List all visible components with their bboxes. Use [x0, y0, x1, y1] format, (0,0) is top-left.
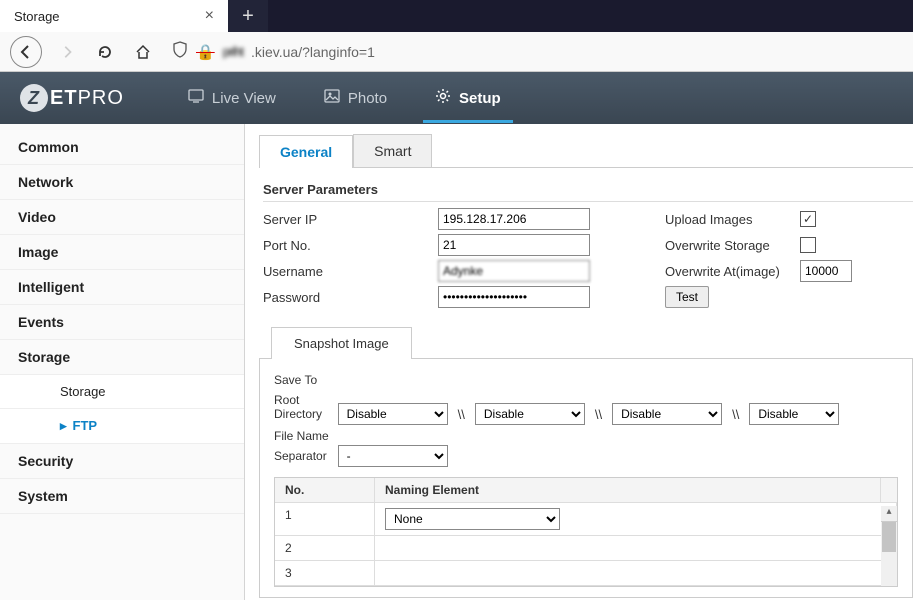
sidebar-item-video[interactable]: Video	[0, 200, 244, 235]
nav-live-view[interactable]: Live View	[184, 74, 280, 122]
naming-select-1[interactable]: None	[385, 508, 560, 530]
back-button[interactable]	[10, 36, 42, 68]
browser-tab[interactable]: Storage ×	[0, 0, 228, 32]
label-overwrite-storage: Overwrite Storage	[665, 238, 800, 253]
logo: ZETPRO	[20, 84, 124, 112]
label-upload-images: Upload Images	[665, 212, 800, 227]
separator-select[interactable]: -	[338, 445, 448, 467]
sidebar-item-image[interactable]: Image	[0, 235, 244, 270]
dir-select-1[interactable]: Disable	[338, 403, 448, 425]
photo-icon	[324, 89, 340, 107]
label-port: Port No.	[263, 238, 438, 253]
upload-images-checkbox[interactable]: ✓	[800, 211, 816, 227]
scroll-thumb[interactable]	[882, 522, 896, 552]
naming-table: No. Naming Element 1 None 2 3	[274, 477, 898, 587]
username-input[interactable]	[438, 260, 590, 282]
label-separator: Separator	[274, 449, 334, 463]
label-root-dir: Root Directory	[274, 393, 334, 421]
shield-icon	[172, 41, 188, 62]
home-button[interactable]	[130, 39, 156, 65]
test-button[interactable]: Test	[665, 286, 709, 308]
sidebar-item-intelligent[interactable]: Intelligent	[0, 270, 244, 305]
label-overwrite-at: Overwrite At(image)	[665, 264, 800, 279]
tab-title: Storage	[14, 9, 201, 24]
tab-smart[interactable]: Smart	[353, 134, 432, 167]
label-password: Password	[263, 290, 438, 305]
overwrite-storage-checkbox[interactable]	[800, 237, 816, 253]
overwrite-at-input[interactable]	[800, 260, 852, 282]
nav-photo[interactable]: Photo	[320, 74, 391, 122]
gear-icon	[435, 88, 451, 108]
dir-select-4[interactable]: Disable	[749, 403, 839, 425]
sidebar-item-security[interactable]: Security	[0, 444, 244, 479]
label-save-to: Save To	[274, 373, 898, 387]
sidebar: Common Network Video Image Intelligent E…	[0, 124, 245, 600]
sidebar-item-system[interactable]: System	[0, 479, 244, 514]
label-username: Username	[263, 264, 438, 279]
sidebar-item-events[interactable]: Events	[0, 305, 244, 340]
dir-select-3[interactable]: Disable	[612, 403, 722, 425]
scrollbar[interactable]: ▴	[881, 506, 897, 586]
monitor-icon	[188, 89, 204, 107]
label-file-name: File Name	[274, 429, 898, 443]
tab-snapshot-image[interactable]: Snapshot Image	[271, 327, 412, 359]
new-tab-button[interactable]: +	[228, 0, 268, 32]
forward-button	[54, 39, 80, 65]
tab-general[interactable]: General	[259, 135, 353, 168]
table-row: 3	[275, 561, 897, 586]
url-bar[interactable]: 🔒 priht .kiev.ua/?langinfo=1	[168, 41, 903, 62]
url-redacted: priht	[223, 44, 243, 59]
table-row: 2	[275, 536, 897, 561]
url-text: .kiev.ua/?langinfo=1	[251, 44, 375, 60]
password-input[interactable]	[438, 286, 590, 308]
reload-button[interactable]	[92, 39, 118, 65]
sidebar-sub-storage[interactable]: Storage	[0, 375, 244, 409]
caret-right-icon: ▸	[60, 418, 67, 433]
section-title: Server Parameters	[263, 182, 913, 202]
table-row: 1 None	[275, 503, 897, 536]
dir-select-2[interactable]: Disable	[475, 403, 585, 425]
nav-setup[interactable]: Setup	[431, 74, 505, 122]
sidebar-sub-ftp[interactable]: ▸FTP	[0, 409, 244, 444]
sidebar-item-storage[interactable]: Storage	[0, 340, 244, 375]
col-no: No.	[275, 478, 375, 502]
label-server-ip: Server IP	[263, 212, 438, 227]
col-naming-element: Naming Element	[375, 478, 881, 502]
separator-slash: \\	[458, 407, 465, 422]
scroll-up-icon[interactable]: ▴	[881, 506, 897, 522]
tracking-blocked-icon: 🔒	[196, 43, 215, 61]
sidebar-item-common[interactable]: Common	[0, 130, 244, 165]
port-input[interactable]	[438, 234, 590, 256]
server-ip-input[interactable]	[438, 208, 590, 230]
sidebar-item-network[interactable]: Network	[0, 165, 244, 200]
close-icon[interactable]: ×	[201, 7, 218, 25]
